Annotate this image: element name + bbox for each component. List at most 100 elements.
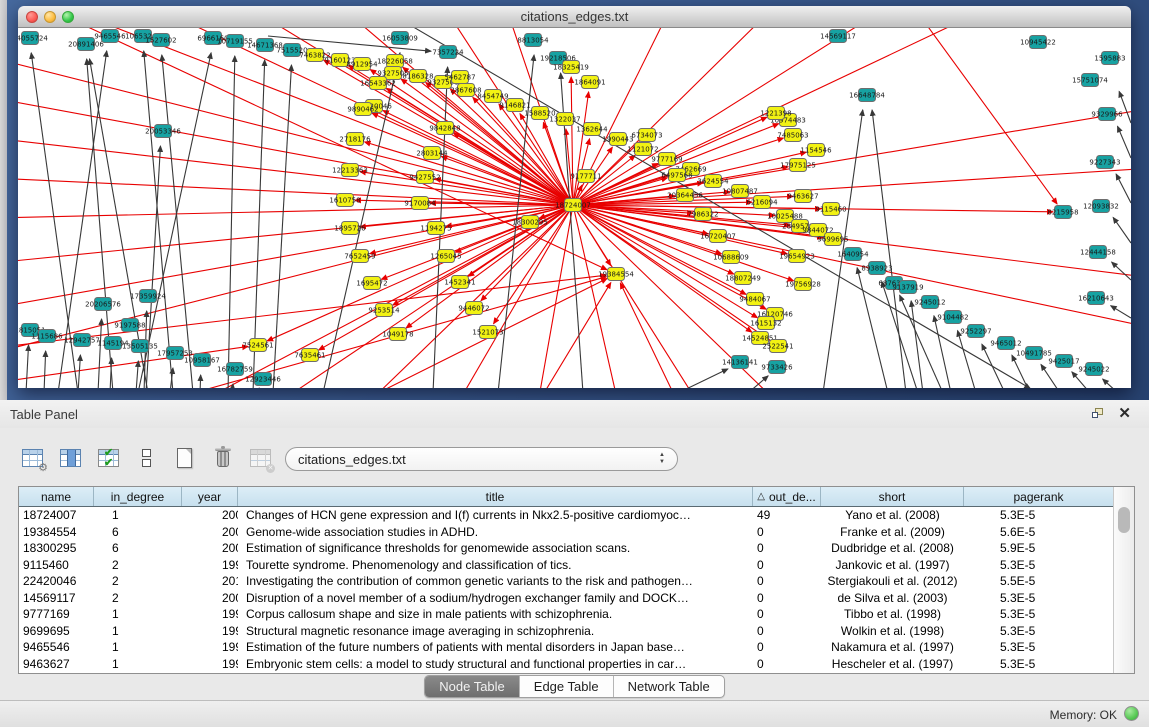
network-node[interactable]: 17359924 [130,290,166,303]
network-node[interactable]: 1362644 [576,123,608,136]
table-row[interactable]: 911546021997Tourette syndrome. Phenomeno… [19,557,1114,574]
memory-ok-indicator[interactable] [1124,706,1139,721]
scrollbar-thumb[interactable] [1118,507,1130,533]
column-header-pagerank[interactable]: pagerank [964,487,1114,506]
network-node[interactable]: 14136141 [722,356,758,369]
table-row[interactable]: 1456911722003Disruption of a novel membe… [19,590,1114,607]
network-node[interactable]: 1154546 [800,144,832,157]
network-node[interactable]: 1990443 [602,133,633,146]
table-vertical-scrollbar[interactable] [1113,487,1134,673]
window-title: citations_edges.txt [18,9,1131,24]
network-node[interactable]: 18226058 [377,55,413,68]
column-chooser-icon[interactable] [58,446,84,472]
network-node[interactable]: 12213363 [332,164,368,177]
table-row[interactable]: 946554611997Estimation of the future num… [19,639,1114,656]
tab-edge-table[interactable]: Edge Table [520,676,614,697]
network-node[interactable]: 8215958 [1047,206,1078,219]
citation-network-graph[interactable]: 1405572420891406946554610653247152760269… [18,28,1131,388]
network-node[interactable]: 9329966 [1091,108,1123,121]
network-node[interactable]: 9252297 [960,325,991,338]
network-node[interactable]: 9425017 [1048,355,1079,368]
network-node[interactable]: 2718176 [339,133,371,146]
network-node[interactable]: 9427552 [409,171,440,184]
table-row[interactable]: 1872400712008Changes of HCN gene express… [19,507,1114,524]
network-node[interactable]: 9104482 [937,311,968,324]
network-node[interactable]: 16053809 [382,32,418,45]
network-node[interactable]: 1452341 [444,276,475,289]
network-node[interactable]: 7635461 [294,349,325,362]
network-node[interactable]: 10491785 [1016,347,1052,360]
delete-table-icon[interactable] [210,446,236,472]
row-height-icon[interactable] [134,446,160,472]
table-row[interactable]: 969969511998Structural magnetic resonanc… [19,623,1114,640]
tab-network-table[interactable]: Network Table [614,676,724,697]
network-node[interactable]: 9245012 [914,296,945,309]
network-node[interactable]: 9484067 [739,293,770,306]
close-panel-icon[interactable]: ✕ [1118,404,1131,422]
table-select-dropdown[interactable]: citations_edges.txt ▲▼ [285,447,678,471]
network-node[interactable]: 20364456 [667,189,703,202]
column-header-title[interactable]: title [238,487,753,506]
network-node[interactable]: 9115460 [815,203,846,216]
column-header-year[interactable]: year [182,487,238,506]
network-node[interactable]: 8938923 [861,262,892,275]
network-view-window[interactable]: citations_edges.txt 14055724208914069465… [18,6,1131,388]
network-node[interactable]: 9253514 [368,304,400,317]
network-node[interactable]: 10945422 [1020,36,1056,49]
svg-text:7485063: 7485063 [777,132,808,140]
network-node[interactable]: 18807249 [725,272,761,285]
tab-node-table[interactable]: Node Table [425,676,520,697]
column-header-in_degree[interactable]: in_degree [94,487,182,506]
network-node[interactable]: 9177711 [570,170,601,183]
network-canvas[interactable]: 1405572420891406946554610653247152760269… [18,28,1131,388]
network-node[interactable]: 16210643 [1078,292,1114,305]
network-node[interactable]: 1864091 [574,76,605,89]
cell-year: 1998 [182,623,238,640]
network-node[interactable]: 14569117 [820,30,856,43]
network-node[interactable]: 1610758 [329,194,360,207]
cell-pagerank: 5.3E-5 [964,507,1114,524]
cell-year: 2012 [182,573,238,590]
cell-title: Embryonic stem cells: a model to study s… [238,656,753,673]
network-node[interactable]: 9733426 [761,361,793,374]
network-node[interactable]: 1521073 [472,326,503,339]
network-node[interactable]: 9245022 [1078,363,1109,376]
table-settings-icon[interactable]: ⚙ [20,446,46,472]
network-node[interactable]: 6734073 [631,129,662,142]
network-node[interactable]: 19384554 [598,268,634,281]
network-node[interactable]: 20206576 [85,298,121,311]
network-node[interactable]: 1194275 [420,222,451,235]
network-node[interactable]: 1595883 [1094,52,1125,65]
network-node[interactable]: 12444158 [1080,246,1116,259]
network-node[interactable]: 7652459 [344,250,375,263]
network-node[interactable]: 16648784 [849,89,885,102]
network-node[interactable]: 15751074 [1072,74,1108,87]
new-table-icon[interactable] [172,446,198,472]
column-header-out_de[interactable]: △out_de... [753,487,821,506]
network-node[interactable]: 9227343 [1089,156,1120,169]
table-row[interactable]: 1938455462009Genome-wide association stu… [19,524,1114,541]
table-row[interactable]: 2242004622012Investigating the contribut… [19,573,1114,590]
column-header-name[interactable]: name [19,487,94,506]
toggle-columns-icon[interactable]: ✔✔ [96,446,122,472]
network-node[interactable]: 19654923 [779,250,815,263]
network-node[interactable]: 3624554 [697,175,729,188]
table-row[interactable]: 1830029562008Estimation of significance … [19,540,1114,557]
cell-in_degree: 6 [94,524,182,541]
network-node[interactable]: 12093832 [1083,200,1119,213]
network-node[interactable]: 16782759 [217,363,253,376]
float-panel-icon[interactable] [1092,408,1105,420]
window-titlebar[interactable]: citations_edges.txt [18,6,1131,28]
table-row[interactable]: 977716911998Corpus callosum shape and si… [19,606,1114,623]
network-node[interactable]: 7357224 [432,46,464,59]
network-node[interactable]: 9465012 [990,337,1021,350]
table-row[interactable]: 946362711997Embryonic stem cells: a mode… [19,656,1114,673]
column-header-short[interactable]: short [821,487,964,506]
network-node[interactable]: 7485063 [777,129,808,142]
network-node[interactable]: 14055724 [18,32,48,45]
network-node[interactable]: 9446072 [458,302,489,315]
network-node[interactable]: 8813054 [517,34,549,47]
svg-text:12213363: 12213363 [332,167,368,175]
cell-pagerank: 5.5E-5 [964,573,1114,590]
network-node[interactable]: 12923446 [245,373,281,386]
